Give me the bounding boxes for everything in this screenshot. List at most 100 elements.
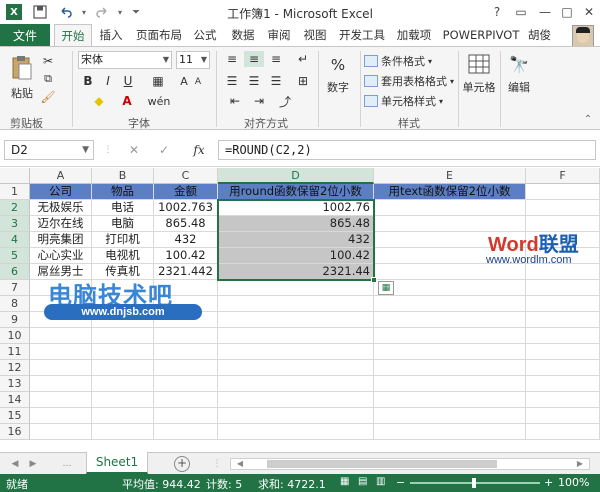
add-sheet-icon[interactable]: + <box>174 456 190 472</box>
horizontal-scrollbar[interactable]: ◀ ▶ <box>230 458 590 470</box>
fill-color-icon[interactable]: ◆ <box>90 93 108 109</box>
row-header[interactable]: 14 <box>0 392 30 408</box>
close-button[interactable]: ✕ <box>578 2 600 22</box>
help-button[interactable]: ? <box>486 2 508 22</box>
table-cell[interactable]: 电话 <box>92 200 154 216</box>
scroll-right-icon[interactable]: ▶ <box>573 457 587 471</box>
split-handle-icon[interactable]: ⋮ <box>210 457 224 471</box>
table-cell[interactable]: 心心实业 <box>30 248 92 264</box>
table-cell[interactable] <box>218 392 374 408</box>
table-cell[interactable] <box>526 376 600 392</box>
table-cell[interactable] <box>374 328 526 344</box>
collapse-ribbon-icon[interactable]: ⌃ <box>582 113 594 125</box>
table-cell[interactable] <box>30 424 92 440</box>
bold-button[interactable]: B <box>80 73 96 89</box>
percent-icon[interactable]: % <box>326 53 350 77</box>
table-cell[interactable] <box>154 408 218 424</box>
enter-icon[interactable]: ✓ <box>156 141 172 159</box>
table-cell[interactable]: 无极娱乐 <box>30 200 92 216</box>
header-cell-round[interactable]: 用round函数保留2位小数 <box>218 184 374 200</box>
italic-button[interactable]: I <box>100 73 116 89</box>
table-cell[interactable] <box>526 296 600 312</box>
table-cell[interactable] <box>92 424 154 440</box>
format-as-table-button[interactable]: 套用表格格式 ▾ <box>364 73 454 89</box>
orientation-icon[interactable]: ⤴ <box>276 93 294 109</box>
align-bottom-icon[interactable]: ≡ <box>266 51 286 67</box>
page-layout-view-icon[interactable]: ▤ <box>358 476 367 487</box>
table-cell[interactable] <box>92 328 154 344</box>
table-cell[interactable] <box>526 424 600 440</box>
align-top-icon[interactable]: ≡ <box>222 51 242 67</box>
row-header[interactable]: 5 <box>0 248 30 264</box>
table-cell[interactable]: 865.48 <box>218 216 374 232</box>
maximize-button[interactable]: □ <box>556 2 578 22</box>
tab-file[interactable]: 文件 <box>0 24 50 46</box>
header-cell-amount[interactable]: 金额 <box>154 184 218 200</box>
table-cell[interactable] <box>374 408 526 424</box>
table-cell[interactable] <box>30 408 92 424</box>
tab-developer[interactable]: 开发工具 <box>336 24 388 46</box>
table-cell[interactable] <box>218 280 374 296</box>
font-name-select[interactable]: 宋体 ▼ <box>78 51 172 69</box>
table-cell[interactable] <box>374 296 526 312</box>
table-cell[interactable] <box>374 392 526 408</box>
row-header[interactable]: 9 <box>0 312 30 328</box>
table-cell[interactable] <box>526 184 600 200</box>
table-cell[interactable] <box>374 312 526 328</box>
row-header[interactable]: 3 <box>0 216 30 232</box>
table-cell[interactable]: 865.48 <box>154 216 218 232</box>
header-cell-item[interactable]: 物品 <box>92 184 154 200</box>
cancel-icon[interactable]: ✕ <box>126 141 142 159</box>
tab-powerpivot[interactable]: POWERPIVOT <box>440 24 522 46</box>
normal-view-icon[interactable]: ▦ <box>340 476 349 487</box>
table-cell[interactable]: 迈尔在线 <box>30 216 92 232</box>
table-cell[interactable] <box>30 376 92 392</box>
table-cell[interactable] <box>92 344 154 360</box>
row-header[interactable]: 11 <box>0 344 30 360</box>
table-cell[interactable] <box>526 408 600 424</box>
ribbon-display-button[interactable]: ▭ <box>510 2 532 22</box>
decrease-indent-icon[interactable]: ⇤ <box>226 93 244 109</box>
editing-button[interactable]: 编辑 <box>504 79 534 95</box>
row-header[interactable]: 1 <box>0 184 30 200</box>
fill-handle[interactable] <box>371 277 377 283</box>
header-cell-company[interactable]: 公司 <box>30 184 92 200</box>
cell-styles-button[interactable]: 单元格样式 ▾ <box>364 93 443 109</box>
prev-sheet-icon[interactable]: ◀ <box>8 457 22 471</box>
row-header[interactable]: 15 <box>0 408 30 424</box>
table-cell[interactable] <box>92 360 154 376</box>
table-cell[interactable] <box>218 360 374 376</box>
align-middle-icon[interactable]: ≡ <box>244 51 264 67</box>
tab-view[interactable]: 视图 <box>298 24 332 46</box>
align-right-icon[interactable]: ☰ <box>266 73 286 89</box>
cells-button[interactable]: 单元格 <box>460 79 498 95</box>
table-cell[interactable] <box>526 312 600 328</box>
table-cell[interactable] <box>218 408 374 424</box>
borders-icon[interactable]: ▦ <box>150 73 166 89</box>
more-sheets-icon[interactable]: … <box>60 457 74 471</box>
tab-home[interactable]: 开始 <box>54 24 92 47</box>
table-cell[interactable] <box>154 344 218 360</box>
table-cell[interactable] <box>526 264 600 280</box>
tab-review[interactable]: 审阅 <box>262 24 296 46</box>
table-cell[interactable]: 打印机 <box>92 232 154 248</box>
avatar[interactable] <box>572 25 594 47</box>
table-cell[interactable] <box>218 328 374 344</box>
table-cell[interactable] <box>30 360 92 376</box>
table-cell[interactable] <box>154 360 218 376</box>
column-header-c[interactable]: C <box>154 168 218 184</box>
table-cell[interactable] <box>154 392 218 408</box>
align-left-icon[interactable]: ☰ <box>222 73 242 89</box>
tab-addins[interactable]: 加载项 <box>392 24 436 46</box>
select-all-corner[interactable] <box>0 168 30 184</box>
table-cell[interactable] <box>526 280 600 296</box>
table-cell[interactable] <box>526 200 600 216</box>
zoom-in-icon[interactable]: + <box>544 476 553 489</box>
table-cell[interactable] <box>374 360 526 376</box>
scrollbar-thumb[interactable] <box>267 460 497 468</box>
conditional-format-button[interactable]: 条件格式 ▾ <box>364 53 432 69</box>
table-cell[interactable]: 1002.763 <box>154 200 218 216</box>
tab-formulas[interactable]: 公式 <box>188 24 222 46</box>
row-header[interactable]: 16 <box>0 424 30 440</box>
next-sheet-icon[interactable]: ▶ <box>26 457 40 471</box>
